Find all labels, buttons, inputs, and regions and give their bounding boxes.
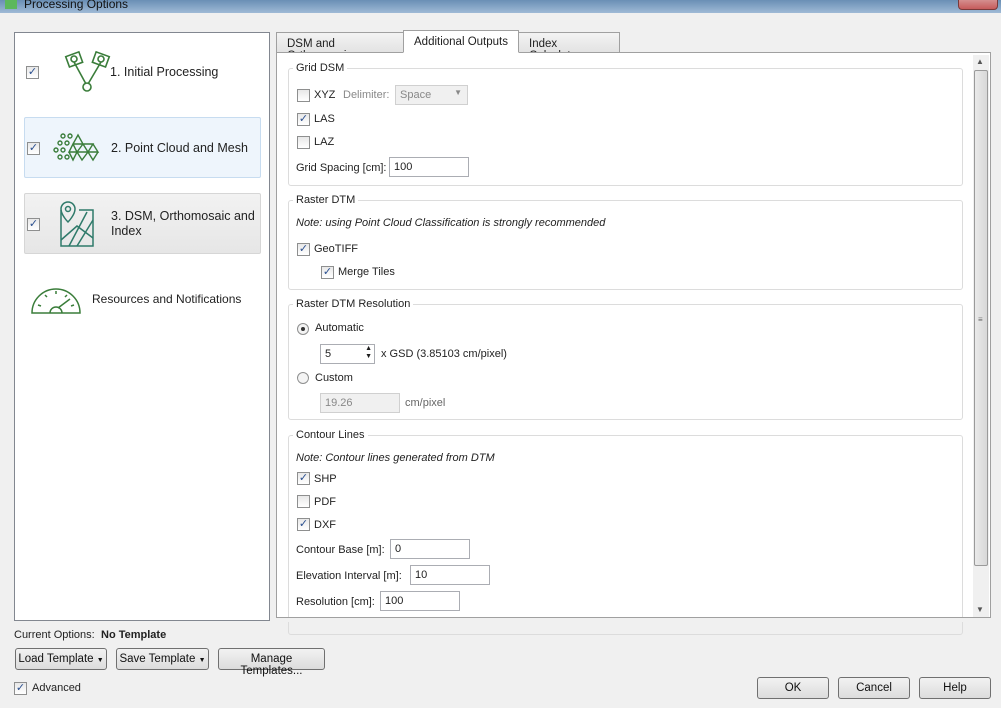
las-checkbox[interactable]: ✓ — [297, 113, 310, 126]
sidebar-item-label: 3. DSM, Orthomosaic and Index — [111, 209, 255, 238]
save-template-button[interactable]: Save Template ▼ — [116, 648, 209, 670]
sidebar: ✓ 1. Initial Processing ✓ 2. Point Cloud… — [14, 32, 270, 621]
button-label: Save Template — [119, 653, 196, 665]
gauge-icon — [31, 288, 81, 314]
help-button[interactable]: Help — [919, 677, 991, 699]
contour-base-input[interactable]: 0 — [390, 539, 470, 559]
gsd-value: 5 — [325, 348, 332, 360]
window-close-button[interactable] — [958, 0, 998, 10]
grid-spacing-label: Grid Spacing [cm]: — [296, 162, 387, 174]
contour-base-label: Contour Base [m]: — [296, 544, 385, 556]
tab-dsm-orthomosaic[interactable]: DSM and Orthomosaic — [276, 32, 404, 62]
custom-label: Custom — [315, 372, 353, 384]
dropdown-arrow-icon: ▼ — [96, 657, 104, 664]
resolution-input[interactable]: 100 — [380, 591, 460, 611]
group-title: Grid DSM — [293, 62, 348, 74]
laz-label: LAZ — [314, 136, 335, 148]
elevation-interval-label: Elevation Interval [m]: — [296, 570, 402, 582]
dxf-label: DXF — [314, 519, 336, 531]
geotiff-label: GeoTIFF — [314, 243, 359, 255]
shp-label: SHP — [314, 473, 337, 485]
group-title: Raster DTM — [293, 194, 359, 206]
point-cloud-icon — [53, 133, 100, 162]
automatic-radio[interactable] — [297, 323, 309, 335]
xyz-checkbox[interactable] — [297, 89, 310, 102]
load-template-button[interactable]: Load Template ▼ — [15, 648, 107, 670]
grip-icon: ≡ — [978, 315, 983, 324]
grid-spacing-input[interactable]: 100 — [389, 157, 469, 177]
delimiter-value: Space — [400, 89, 432, 101]
shp-checkbox[interactable]: ✓ — [297, 472, 310, 485]
sidebar-item-label: Resources and Notifications — [92, 292, 242, 306]
group-title: Contour Lines — [293, 429, 368, 441]
cancel-button[interactable]: Cancel — [838, 677, 910, 699]
xyz-label: XYZ — [314, 89, 336, 101]
sidebar-item-resources[interactable]: Resources and Notifications — [24, 269, 261, 330]
custom-resolution-input[interactable]: 19.26 — [320, 393, 400, 413]
resolution-label: Resolution [cm]: — [296, 596, 375, 608]
content-bottom-edge — [276, 617, 991, 622]
chevron-down-icon: ▼ — [454, 88, 462, 97]
custom-unit-label: cm/pixel — [405, 397, 446, 409]
dropdown-arrow-icon: ▼ — [198, 657, 206, 664]
laz-checkbox[interactable] — [297, 136, 310, 149]
spin-arrows-icon[interactable]: ▲ ▼ — [365, 345, 372, 361]
current-options-label: Current Options: — [14, 629, 95, 641]
delimiter-select[interactable]: Space ▼ — [395, 85, 468, 105]
checkbox[interactable]: ✓ — [27, 218, 40, 231]
automatic-label: Automatic — [315, 322, 364, 334]
ok-button[interactable]: OK — [757, 677, 829, 699]
custom-radio[interactable] — [297, 372, 309, 384]
title-bar: Processing Options — [0, 0, 1001, 13]
dxf-checkbox[interactable]: ✓ — [297, 518, 310, 531]
merge-tiles-checkbox[interactable]: ✓ — [321, 266, 334, 279]
raster-dtm-note: Note: using Point Cloud Classification i… — [296, 217, 606, 229]
geotiff-checkbox[interactable]: ✓ — [297, 243, 310, 256]
sidebar-item-label: 2. Point Cloud and Mesh — [111, 141, 248, 155]
sidebar-item-initial-processing[interactable]: ✓ 1. Initial Processing — [24, 41, 261, 102]
scroll-down-icon[interactable]: ▼ — [976, 605, 984, 614]
current-options-value: No Template — [101, 629, 167, 641]
map-pin-icon — [60, 201, 94, 247]
window-title: Processing Options — [24, 0, 129, 11]
gsd-label: x GSD (3.85103 cm/pixel) — [381, 348, 507, 360]
group-title: Raster DTM Resolution — [293, 298, 414, 310]
tab-index-calculator[interactable]: Index Calculator — [518, 32, 620, 62]
cameras-icon — [64, 50, 111, 92]
checkbox[interactable]: ✓ — [26, 66, 39, 79]
merge-tiles-label: Merge Tiles — [338, 266, 395, 278]
scroll-up-icon[interactable]: ▲ — [976, 57, 984, 66]
delimiter-label: Delimiter: — [343, 89, 390, 101]
button-label: Load Template — [18, 653, 94, 665]
sidebar-item-dsm[interactable]: ✓ 3. DSM, Orthomosaic and Index — [24, 193, 261, 254]
checkbox[interactable]: ✓ — [27, 142, 40, 155]
tab-additional-outputs[interactable]: Additional Outputs — [403, 30, 519, 53]
scrollbar-thumb[interactable]: ≡ — [974, 70, 988, 566]
app-icon — [5, 0, 17, 9]
gsd-spinbox[interactable]: 5 ▲ ▼ — [320, 344, 375, 364]
manage-templates-button[interactable]: Manage Templates... — [218, 648, 325, 677]
las-label: LAS — [314, 113, 335, 125]
pdf-checkbox[interactable] — [297, 495, 310, 508]
sidebar-item-label: 1. Initial Processing — [110, 65, 219, 79]
pdf-label: PDF — [314, 496, 336, 508]
advanced-label: Advanced — [32, 682, 81, 694]
sidebar-item-point-cloud[interactable]: ✓ 2. Point Cloud and Mesh — [24, 117, 261, 178]
elevation-interval-input[interactable]: 10 — [410, 565, 490, 585]
advanced-checkbox[interactable]: ✓ — [14, 682, 27, 695]
contour-note: Note: Contour lines generated from DTM — [296, 452, 495, 464]
